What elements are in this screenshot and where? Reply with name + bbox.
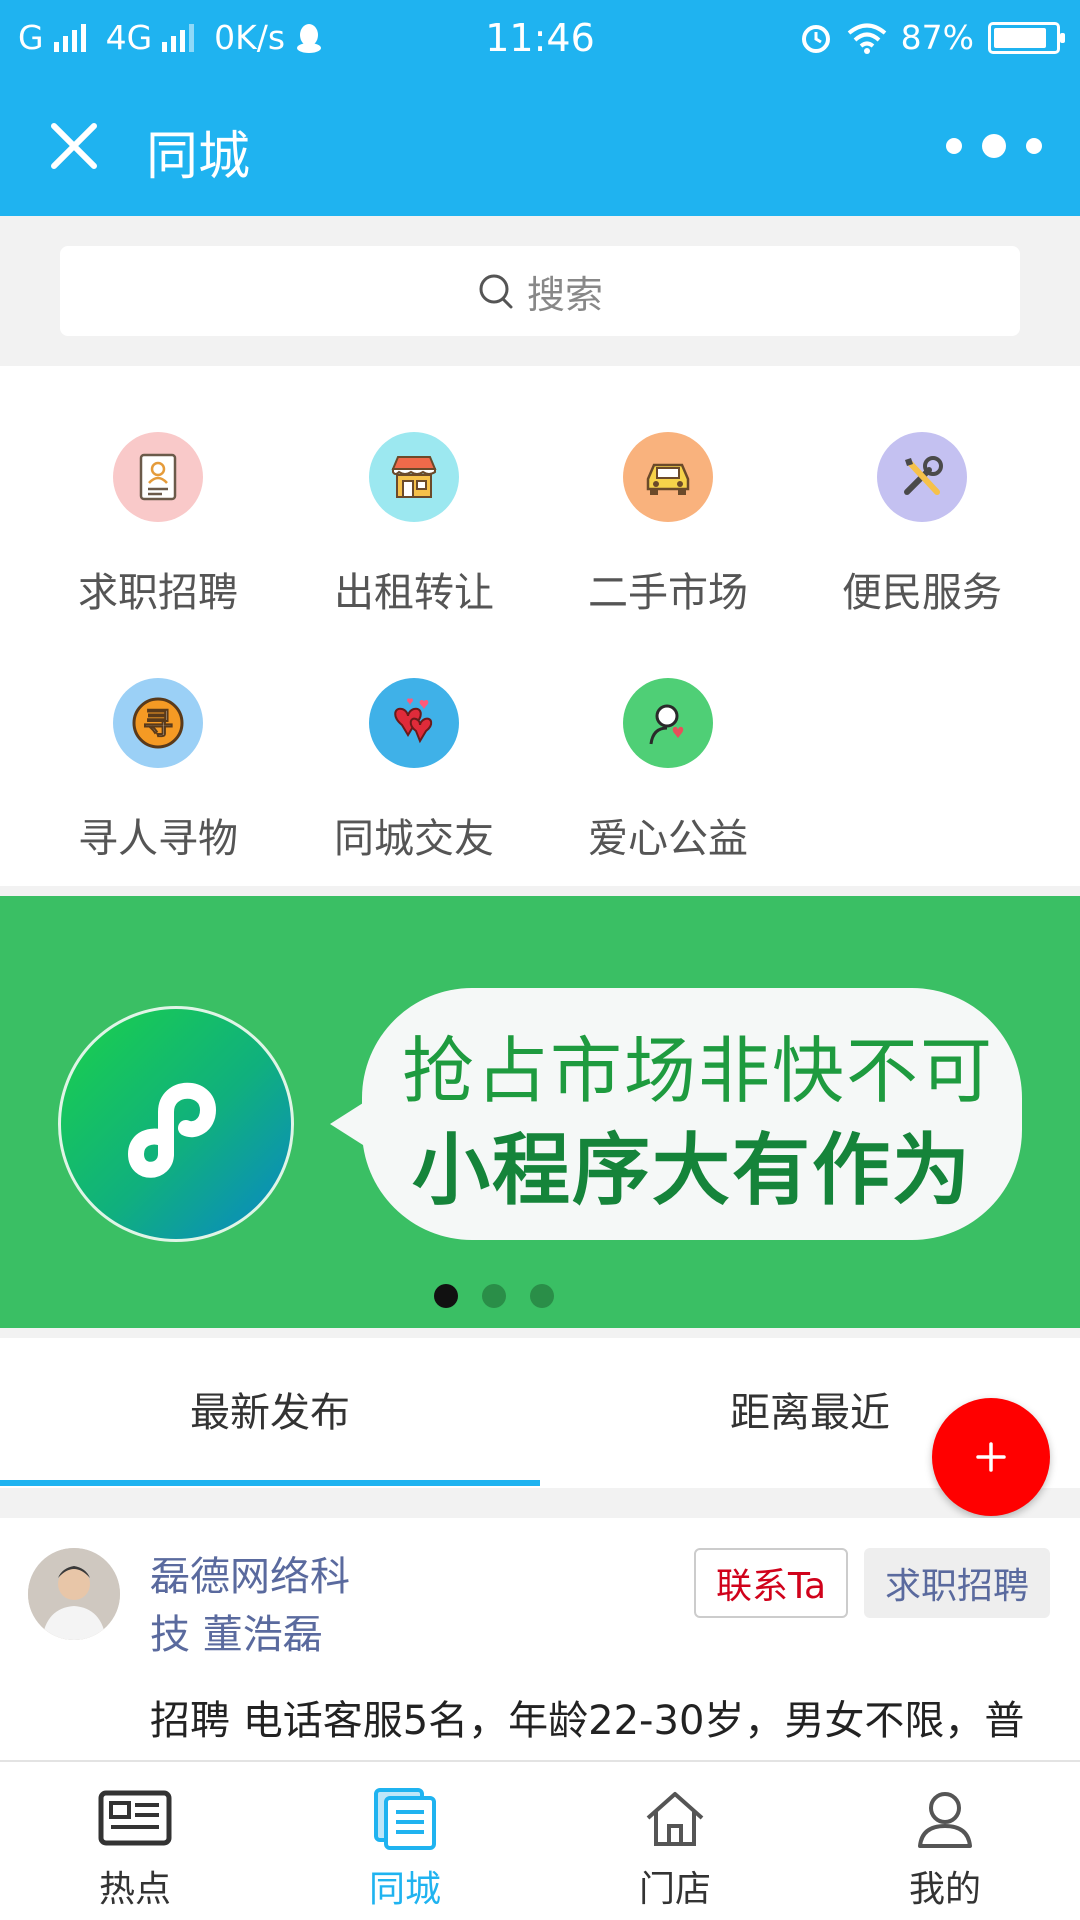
more-dots-icon[interactable] <box>946 131 1042 161</box>
active-tab-indicator <box>0 1480 540 1486</box>
storefront-icon <box>369 432 459 522</box>
category-label: 求职招聘 <box>78 570 238 616</box>
author-line: 技 董浩磊 <box>150 1612 323 1658</box>
add-post-button[interactable] <box>932 1398 1050 1516</box>
nav-item-stores[interactable]: 门店 <box>540 1762 810 1920</box>
post-text: 招聘 电话客服5名，年龄22-30岁，男女不限，普 <box>150 1698 1025 1744</box>
speech-bubble: 抢占市场非快不可 小程序大有作为 <box>362 988 1022 1240</box>
post-card[interactable]: 磊德网络科 技 董浩磊 联系Ta 求职招聘 招聘 电话客服5名，年龄22-30岁… <box>0 1518 1080 1760</box>
category-charity[interactable]: 爱心公益 <box>548 678 788 898</box>
category-services[interactable]: 便民服务 <box>802 432 1042 652</box>
contact-button[interactable]: 联系Ta <box>694 1548 848 1618</box>
plus-icon <box>976 1442 1006 1472</box>
svg-text:寻: 寻 <box>143 707 173 742</box>
user-icon <box>905 1784 985 1854</box>
home-icon <box>635 1784 715 1854</box>
category-label: 二手市场 <box>588 570 748 616</box>
search-person-icon: 寻 <box>113 678 203 768</box>
nav-label: 热点 <box>98 1869 171 1910</box>
bottom-nav: 热点 同城 门店 我的 <box>0 1760 1080 1920</box>
post-author[interactable]: 磊德网络科 技 董浩磊 <box>150 1548 380 1664</box>
category-rent[interactable]: 出租转让 <box>294 432 534 652</box>
search-icon <box>479 274 513 309</box>
category-grid: 求职招聘 出租转让 二手市场 便民服务 寻 寻人寻物 同城交友 爱心公益 <box>0 366 1080 886</box>
charity-icon <box>623 678 713 768</box>
resume-icon <box>113 432 203 522</box>
carousel-dot[interactable] <box>482 1284 506 1308</box>
nav-item-hot[interactable]: 热点 <box>0 1762 270 1920</box>
battery-icon <box>988 21 1065 54</box>
search-placeholder: 搜索 <box>526 272 603 317</box>
wifi-icon <box>847 23 886 54</box>
carousel-dots <box>0 1284 1034 1308</box>
category-label: 同城交友 <box>334 816 494 862</box>
status-right: 87% <box>799 18 1065 57</box>
news-icon <box>95 1784 175 1854</box>
search-area: 搜索 <box>0 216 1080 366</box>
carousel-dot[interactable] <box>530 1284 554 1308</box>
battery-percent: 87% <box>900 18 974 57</box>
nav-label: 我的 <box>908 1869 981 1910</box>
banner-line2: 小程序大有作为 <box>411 1126 972 1216</box>
close-icon[interactable] <box>44 116 104 176</box>
mini-program-logo-icon <box>58 1006 294 1242</box>
nav-label: 同城 <box>368 1869 441 1910</box>
page-title: 同城 <box>146 127 251 187</box>
category-dating[interactable]: 同城交友 <box>294 678 534 898</box>
nav-item-city[interactable]: 同城 <box>270 1762 540 1920</box>
category-jobs[interactable]: 求职招聘 <box>38 432 278 652</box>
category-label: 出租转让 <box>334 570 494 616</box>
list-icon <box>365 1784 445 1854</box>
tab-latest[interactable]: 最新发布 <box>0 1338 540 1488</box>
status-bar: G 4G 0K/s 11:46 87% <box>0 0 1080 76</box>
nav-item-mine[interactable]: 我的 <box>810 1762 1080 1920</box>
hearts-icon <box>369 678 459 768</box>
car-icon <box>623 432 713 522</box>
tools-icon <box>877 432 967 522</box>
category-label: 便民服务 <box>842 570 1002 616</box>
banner-line1: 抢占市场非快不可 <box>402 1029 995 1113</box>
category-lost-found[interactable]: 寻 寻人寻物 <box>38 678 278 898</box>
banner-carousel[interactable]: 抢占市场非快不可 小程序大有作为 <box>0 896 1080 1328</box>
avatar[interactable] <box>28 1548 120 1640</box>
title-bar: 同城 <box>0 76 1080 216</box>
category-label: 寻人寻物 <box>78 816 238 862</box>
carousel-dot[interactable] <box>434 1284 458 1308</box>
search-input[interactable]: 搜索 <box>60 246 1020 336</box>
category-secondhand[interactable]: 二手市场 <box>548 432 788 652</box>
nav-label: 门店 <box>638 1869 711 1910</box>
feed-tabs: 最新发布 距离最近 <box>0 1338 1080 1488</box>
category-label: 爱心公益 <box>588 816 748 862</box>
alarm-icon <box>801 24 830 53</box>
author-line: 磊德网络科 <box>150 1554 350 1600</box>
category-tag[interactable]: 求职招聘 <box>864 1548 1050 1618</box>
